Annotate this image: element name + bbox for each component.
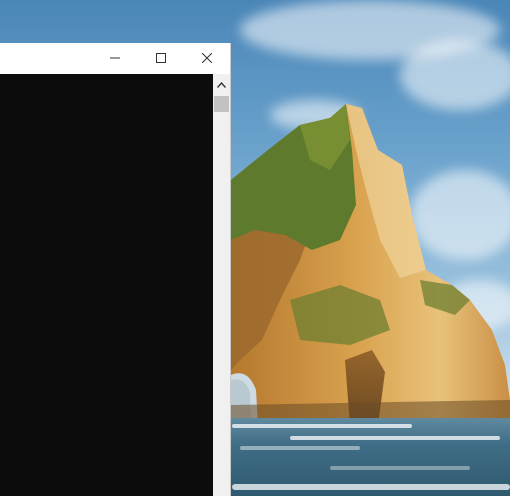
scroll-up-button[interactable]: [213, 74, 230, 94]
vertical-scrollbar[interactable]: [213, 74, 230, 496]
scroll-up-arrow-icon: [216, 75, 227, 93]
wave: [240, 446, 360, 450]
minimize-icon: [110, 50, 120, 68]
close-button[interactable]: [184, 43, 230, 74]
maximize-icon: [156, 50, 166, 68]
console-output-area[interactable]: [0, 74, 213, 496]
console-window[interactable]: [0, 43, 231, 496]
wave: [290, 436, 500, 440]
close-icon: [201, 50, 213, 68]
maximize-button[interactable]: [138, 43, 184, 74]
title-bar[interactable]: [0, 43, 230, 74]
wave: [232, 484, 510, 490]
scrollbar-thumb[interactable]: [214, 96, 229, 112]
wave: [232, 424, 412, 428]
minimize-button[interactable]: [92, 43, 138, 74]
wave: [330, 466, 470, 470]
